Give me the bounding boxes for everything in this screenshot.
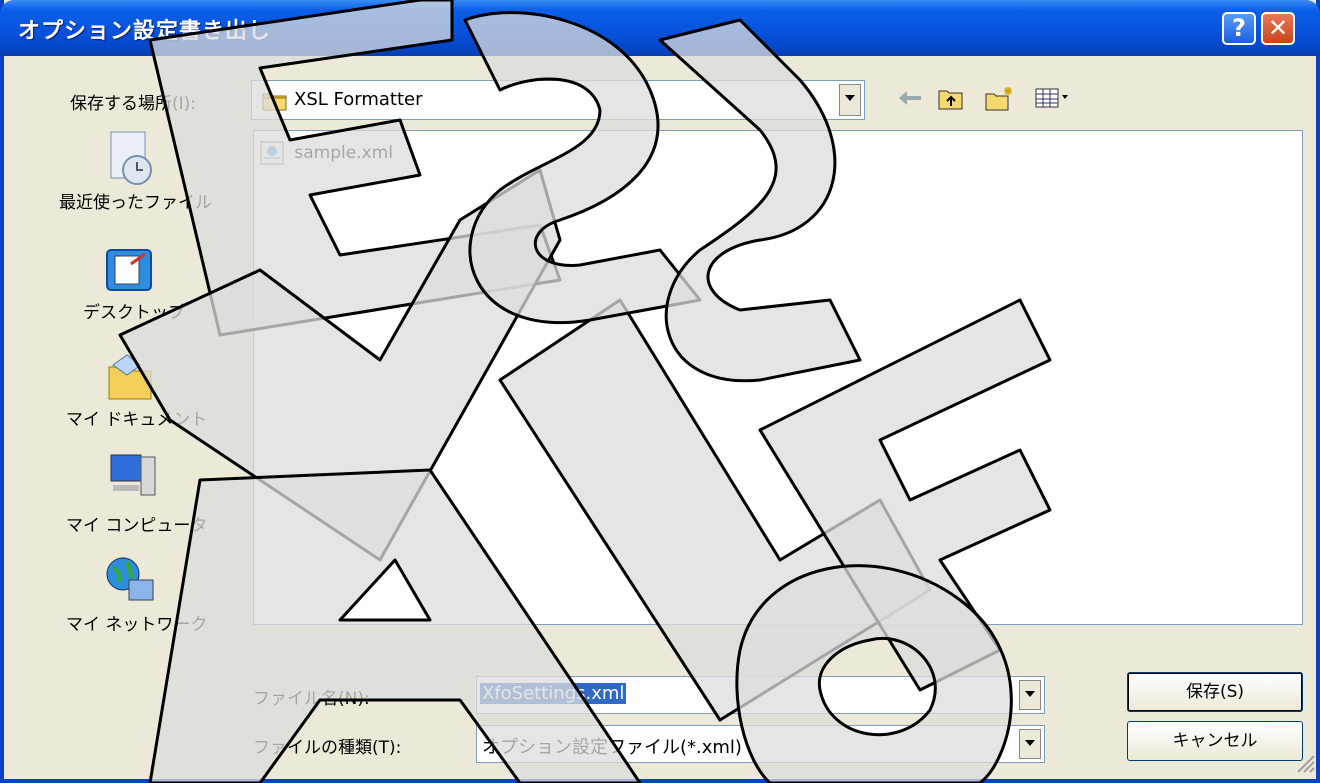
list-item[interactable]: sample.xml bbox=[259, 141, 393, 165]
location-value: XSL Formatter bbox=[294, 89, 423, 110]
view-menu-icon[interactable] bbox=[1034, 86, 1074, 114]
filename-value: XfoSettings.xml bbox=[480, 683, 627, 704]
filetype-dropdown-button[interactable] bbox=[1019, 729, 1041, 759]
place-documents[interactable]: マイ ドキュメント bbox=[59, 353, 224, 453]
file-name: sample.xml bbox=[294, 143, 393, 163]
desktop-icon bbox=[105, 246, 157, 298]
place-label: マイ ネットワーク bbox=[66, 615, 208, 635]
close-button[interactable]: ✕ bbox=[1261, 12, 1295, 45]
place-computer[interactable]: マイ コンピュータ bbox=[59, 453, 224, 553]
place-label: 最近使ったファイル bbox=[59, 193, 212, 213]
size-grip-icon[interactable] bbox=[1294, 752, 1316, 778]
xml-file-icon bbox=[259, 141, 285, 165]
filename-label: ファイル名(N): bbox=[253, 689, 370, 709]
place-label: デスクトップ bbox=[83, 303, 185, 323]
back-icon[interactable] bbox=[897, 86, 925, 114]
filetype-value: オプション設定ファイル(*.xml) bbox=[482, 737, 742, 758]
location-dropdown-button[interactable] bbox=[839, 84, 861, 116]
cancel-button[interactable]: キャンセル bbox=[1127, 721, 1303, 761]
save-button[interactable]: 保存(S) bbox=[1127, 672, 1303, 712]
filename-dropdown-button[interactable] bbox=[1019, 680, 1041, 710]
my-computer-icon bbox=[105, 453, 157, 505]
new-folder-icon[interactable] bbox=[984, 86, 1014, 116]
filetype-select[interactable]: オプション設定ファイル(*.xml) bbox=[476, 725, 1045, 763]
save-dialog: オプション設定書き出し ? ✕ 保存する場所(I): XSL Formatter… bbox=[0, 0, 1320, 783]
file-list[interactable]: sample.xml bbox=[253, 130, 1303, 625]
place-desktop[interactable]: デスクトップ bbox=[59, 246, 224, 346]
filetype-label: ファイルの種類(T): bbox=[253, 738, 402, 758]
my-network-icon bbox=[105, 556, 157, 608]
place-label: マイ コンピュータ bbox=[66, 516, 208, 536]
my-documents-icon bbox=[105, 353, 157, 405]
folder-icon bbox=[262, 90, 288, 116]
place-network[interactable]: マイ ネットワーク bbox=[59, 556, 224, 656]
location-label: 保存する場所(I): bbox=[70, 94, 197, 114]
location-combo[interactable]: XSL Formatter bbox=[251, 80, 865, 120]
help-button[interactable]: ? bbox=[1222, 12, 1256, 45]
title-bar: オプション設定書き出し ? ✕ bbox=[0, 0, 1320, 56]
up-folder-icon[interactable] bbox=[937, 86, 965, 116]
place-recent[interactable]: 最近使ったファイル bbox=[59, 128, 224, 228]
window-title: オプション設定書き出し bbox=[18, 19, 272, 44]
filename-field[interactable]: XfoSettings.xml bbox=[476, 676, 1045, 714]
place-label: マイ ドキュメント bbox=[66, 410, 208, 430]
recent-files-icon bbox=[105, 128, 157, 185]
